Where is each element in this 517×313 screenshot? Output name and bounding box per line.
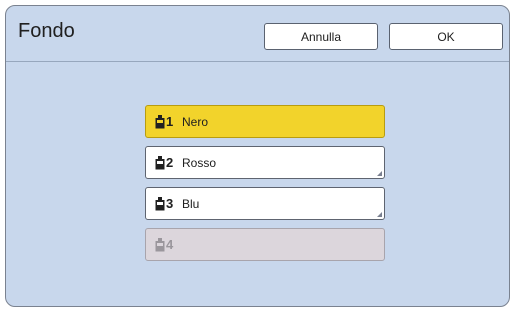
color-option-number: 1: [166, 114, 174, 129]
color-option-number: 2: [166, 155, 174, 170]
ink-bottle-icon: [155, 237, 165, 251]
corner-mark-icon: [377, 212, 382, 217]
cancel-button[interactable]: Annulla: [264, 23, 378, 50]
dialog-title: Fondo: [18, 20, 75, 42]
color-option-label: Nero: [182, 114, 209, 129]
background-dialog: Fondo Annulla OK 1 Nero 2 Rosso 3 Blu 4: [5, 5, 510, 307]
ink-bottle-icon: [155, 155, 165, 169]
ink-bottle-icon: [155, 114, 165, 128]
color-option-number: 3: [166, 196, 174, 211]
dialog-header: Fondo Annulla OK: [6, 6, 509, 62]
color-option-label: Blu: [182, 196, 200, 211]
corner-mark-icon: [377, 171, 382, 176]
ok-button[interactable]: OK: [389, 23, 503, 50]
color-option-2[interactable]: 2 Rosso: [145, 146, 385, 179]
color-option-number: 4: [166, 237, 174, 252]
color-option-3[interactable]: 3 Blu: [145, 187, 385, 220]
color-option-4: 4: [145, 228, 385, 261]
color-option-1[interactable]: 1 Nero: [145, 105, 385, 138]
color-option-label: Rosso: [182, 155, 217, 170]
ink-bottle-icon: [155, 196, 165, 210]
